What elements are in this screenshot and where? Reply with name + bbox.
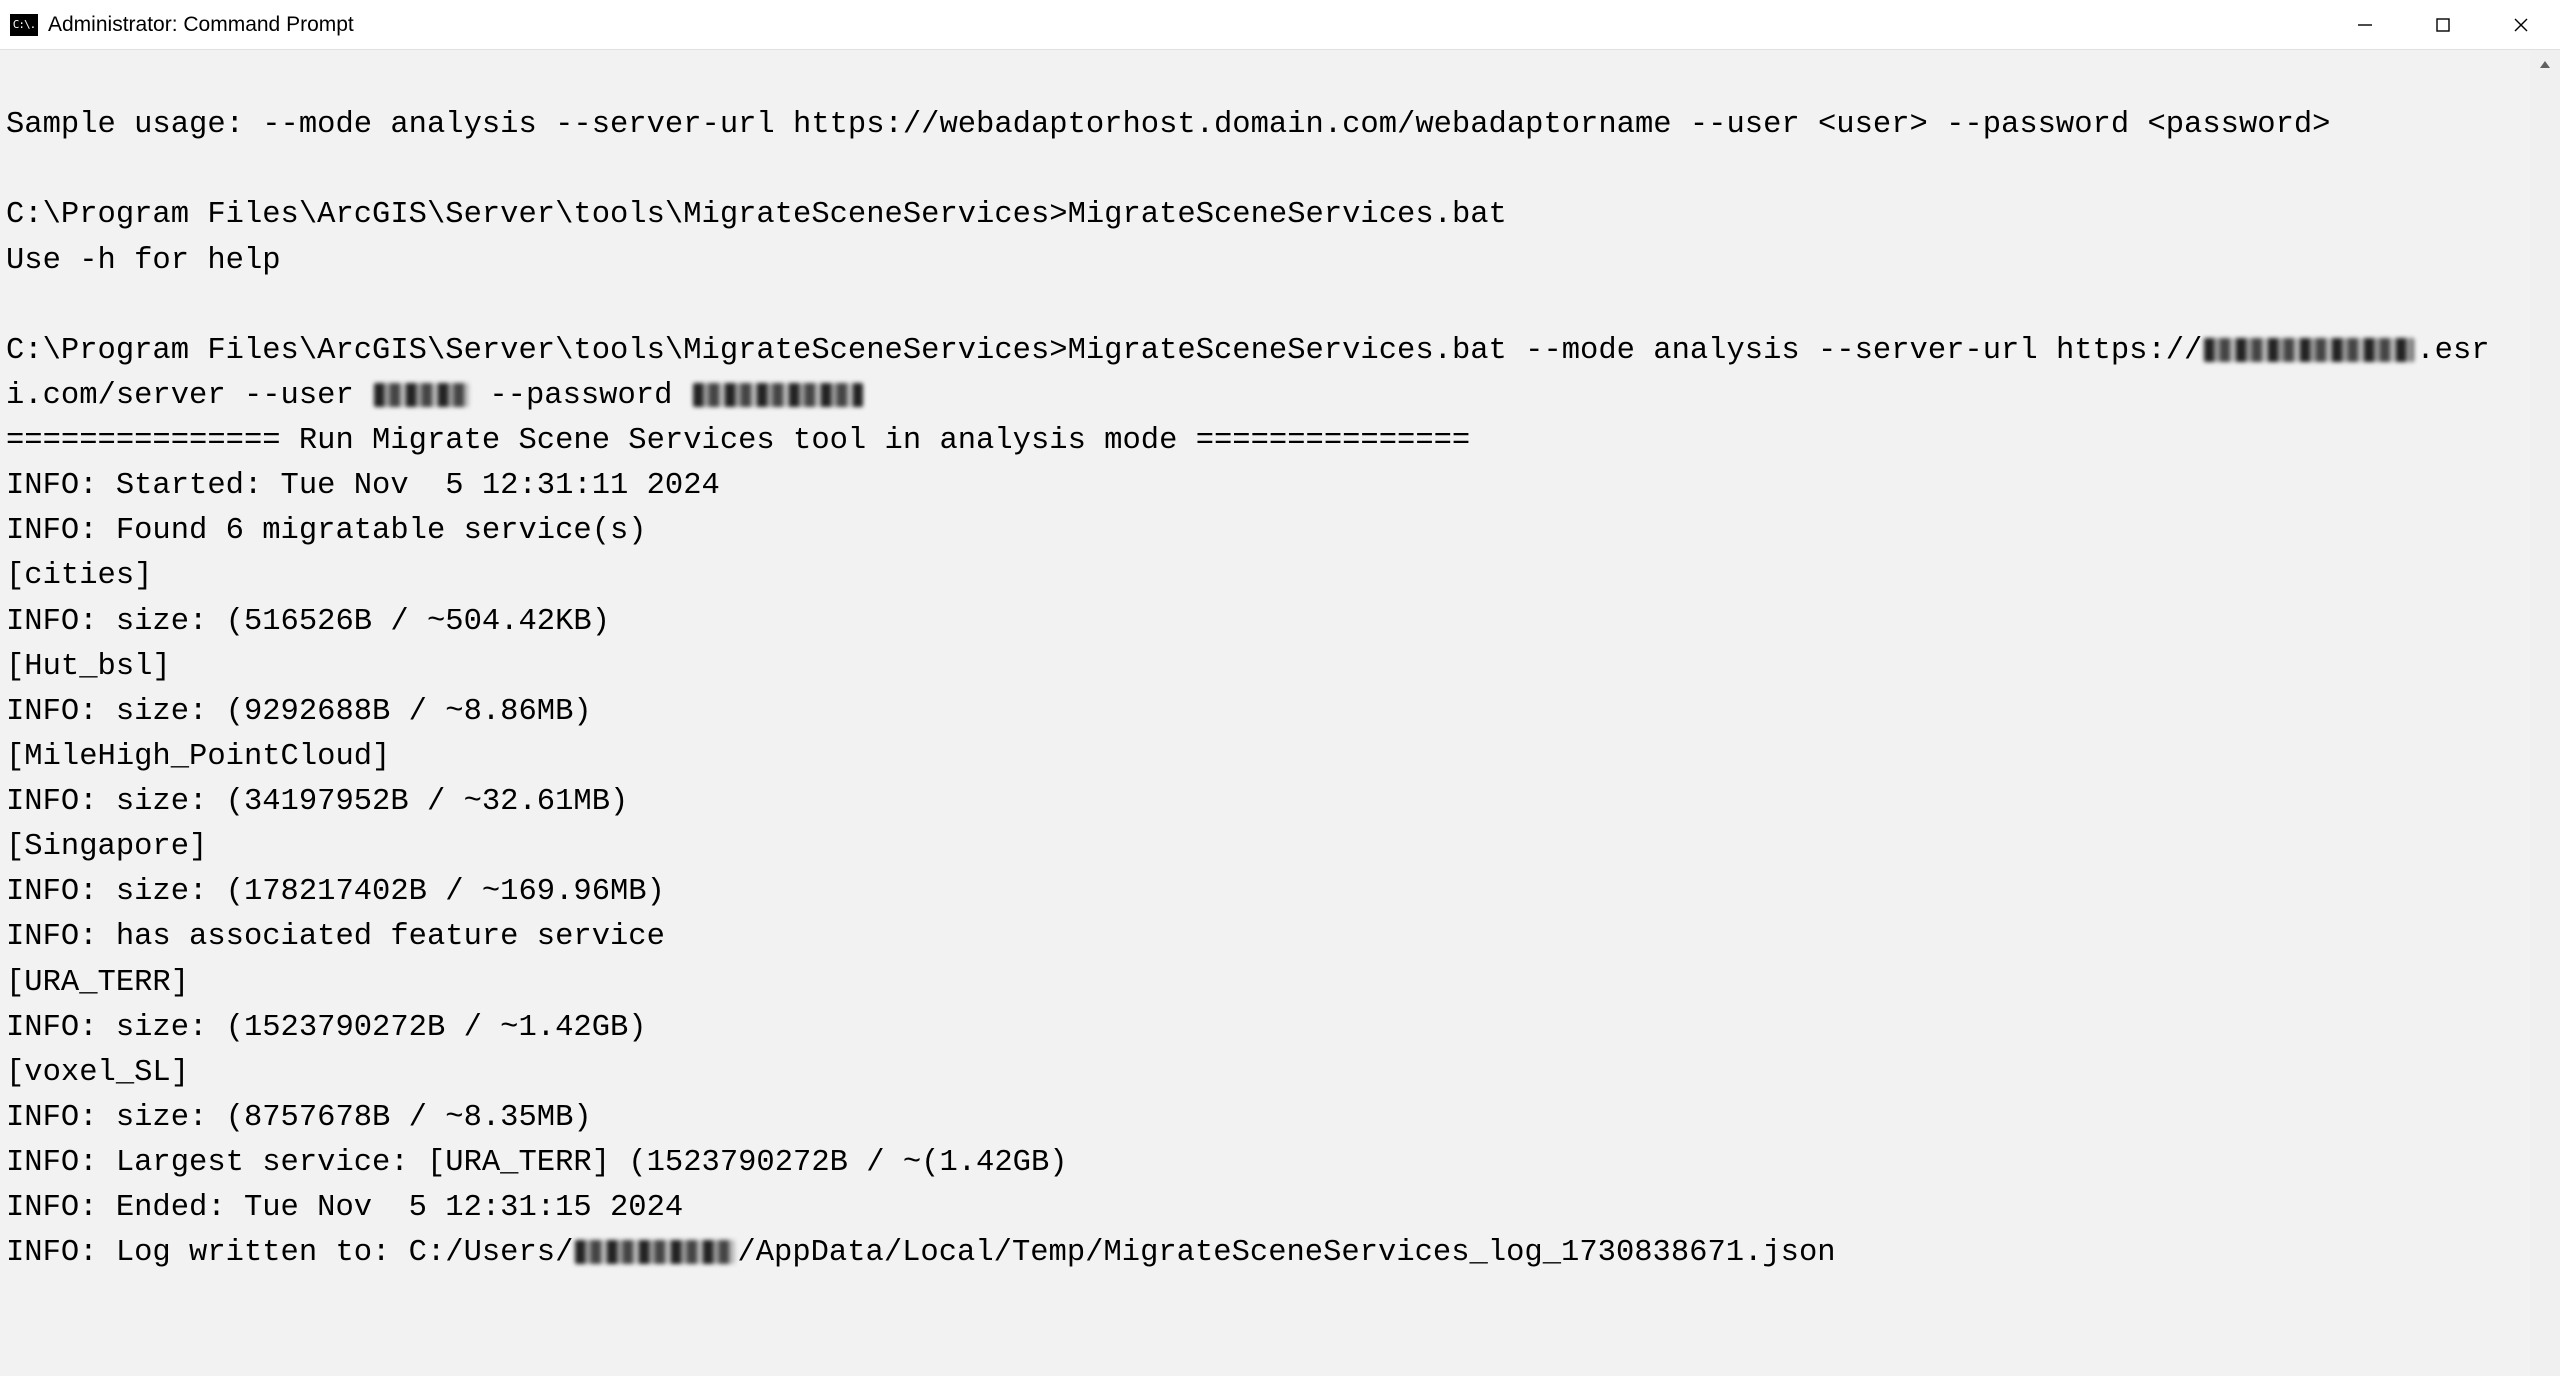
help-hint: Use -h for help bbox=[6, 244, 281, 278]
cmd-icon: C:\. bbox=[10, 14, 38, 36]
scrollbar[interactable] bbox=[2530, 50, 2560, 1376]
prompt-2-path: C:\Program Files\ArcGIS\Server\tools\Mig… bbox=[6, 334, 1068, 368]
redacted-username-path bbox=[575, 1240, 735, 1264]
service-1-name: [Hut_bsl] bbox=[6, 650, 171, 684]
service-1-size: INFO: size: (9292688B / ~8.86MB) bbox=[6, 695, 592, 729]
service-4-name: [URA_TERR] bbox=[6, 966, 189, 1000]
service-2-name: [MileHigh_PointCloud] bbox=[6, 740, 390, 774]
scroll-up-button[interactable] bbox=[2530, 50, 2560, 80]
service-5-size: INFO: size: (8757678B / ~8.35MB) bbox=[6, 1101, 592, 1135]
service-0-name: [cities] bbox=[6, 559, 152, 593]
maximize-button[interactable] bbox=[2404, 0, 2482, 50]
service-2-size: INFO: size: (34197952B / ~32.61MB) bbox=[6, 785, 628, 819]
divider-line: =============== Run Migrate Scene Servic… bbox=[6, 424, 1470, 458]
minimize-button[interactable] bbox=[2326, 0, 2404, 50]
prompt-2-pw-prefix: --password bbox=[471, 379, 691, 413]
service-3-name: [Singapore] bbox=[6, 830, 207, 864]
close-button[interactable] bbox=[2482, 0, 2560, 50]
redacted-password bbox=[693, 383, 863, 407]
sample-usage-line: Sample usage: --mode analysis --server-u… bbox=[6, 108, 2330, 142]
info-log-suffix: /AppData/Local/Temp/MigrateSceneServices… bbox=[737, 1236, 1835, 1270]
prompt-1-cmd: MigrateSceneServices.bat bbox=[1068, 198, 1507, 232]
service-0-size: INFO: size: (516526B / ~504.42KB) bbox=[6, 605, 610, 639]
prompt-2-cmd-prefix: MigrateSceneServices.bat --mode analysis… bbox=[1068, 334, 2203, 368]
service-5-name: [voxel_SL] bbox=[6, 1056, 189, 1090]
info-found: INFO: Found 6 migratable service(s) bbox=[6, 514, 647, 548]
service-4-size: INFO: size: (1523790272B / ~1.42GB) bbox=[6, 1011, 647, 1045]
terminal-area: Sample usage: --mode analysis --server-u… bbox=[0, 50, 2560, 1376]
redacted-user bbox=[374, 383, 469, 407]
info-ended: INFO: Ended: Tue Nov 5 12:31:15 2024 bbox=[6, 1191, 683, 1225]
info-largest: INFO: Largest service: [URA_TERR] (15237… bbox=[6, 1146, 1068, 1180]
info-started: INFO: Started: Tue Nov 5 12:31:11 2024 bbox=[6, 469, 720, 503]
info-log-prefix: INFO: Log written to: C:/Users/ bbox=[6, 1236, 573, 1270]
terminal-output[interactable]: Sample usage: --mode analysis --server-u… bbox=[0, 50, 2530, 1376]
window-controls bbox=[2326, 0, 2560, 50]
service-3-size: INFO: size: (178217402B / ~169.96MB) bbox=[6, 875, 665, 909]
window-title: Administrator: Command Prompt bbox=[48, 13, 354, 37]
titlebar: C:\. Administrator: Command Prompt bbox=[0, 0, 2560, 50]
prompt-1-path: C:\Program Files\ArcGIS\Server\tools\Mig… bbox=[6, 198, 1068, 232]
redacted-host bbox=[2204, 338, 2414, 362]
service-3-extra: INFO: has associated feature service bbox=[6, 920, 665, 954]
